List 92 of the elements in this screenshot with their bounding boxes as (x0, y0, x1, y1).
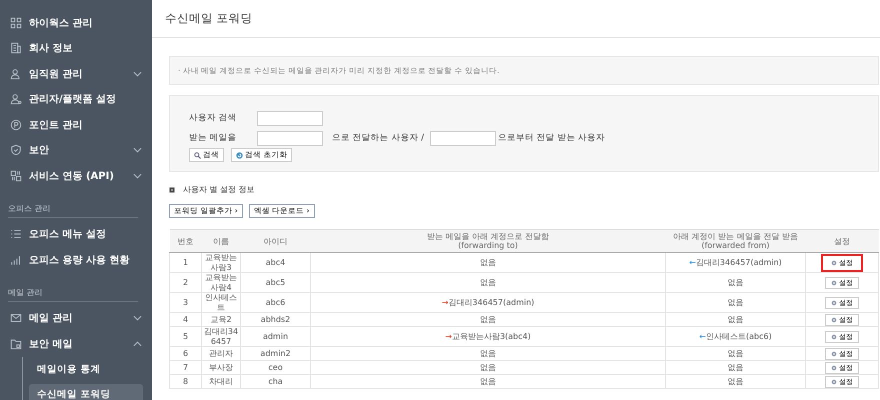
table-cell: 없음 (310, 272, 666, 292)
field-label: 사용자 검색 (189, 112, 238, 124)
table-cell: ←김대리346457(admin) (666, 252, 806, 272)
column-header: 번호 (170, 230, 202, 252)
sidebar-item[interactable]: 보안 (0, 138, 152, 163)
table-cell: 3 (170, 292, 202, 312)
table-cell: 인사테스트 (202, 292, 240, 312)
sidebar-section-title: 오피스 관리 (8, 202, 138, 218)
table-cell: 김대리346457 (202, 326, 240, 346)
sidebar-section-title: 메일 관리 (8, 286, 138, 302)
table-cell: 교육받는사람4 (202, 272, 240, 292)
table-cell: ←인사테스트(abc6) (666, 326, 806, 346)
bullet-icon (169, 186, 175, 192)
gear-icon (831, 334, 837, 340)
table-cell: 6 (170, 346, 202, 360)
table-cell: 관리자 (202, 346, 240, 360)
table-cell: 교육받는사람3 (202, 252, 240, 272)
sidebar-item[interactable]: 오피스 용량 사용 현황 (0, 247, 152, 272)
column-header: 설정 (806, 230, 878, 252)
shield-icon (10, 144, 22, 156)
table-cell: 없음 (666, 374, 806, 388)
sidebar-item[interactable]: 하이웍스 관리 (0, 10, 152, 36)
sidebar-subitem[interactable]: 수신메일 포워딩 (29, 384, 143, 400)
sidebar-item[interactable]: 오피스 메뉴 설정 (0, 222, 152, 247)
gear-icon (831, 316, 837, 322)
section-title: 사용자 별 설정 정보 (183, 184, 255, 195)
point-icon (10, 118, 22, 131)
table-cell: 없음 (310, 252, 666, 272)
sidebar-item[interactable]: 서비스 연동 (API) (0, 163, 152, 188)
table-cell: 없음 (310, 346, 666, 360)
table-cell: 교육2 (202, 312, 240, 326)
folder-icon (10, 338, 22, 350)
table-cell: 없음 (310, 374, 666, 388)
chart-icon (10, 254, 22, 266)
table-cell: →김대리346457(admin) (310, 292, 666, 312)
user-search-field[interactable] (257, 110, 323, 126)
column-header: 이름 (202, 230, 240, 252)
table-cell: admin (240, 326, 310, 346)
column-header: 아이디 (240, 230, 310, 252)
person-icon (10, 68, 22, 80)
table-cell: 2 (170, 272, 202, 292)
sidebar-item[interactable]: 메일 관리 (0, 306, 152, 331)
field-label: 받는 메일을 (189, 132, 238, 144)
field-label: 으로부터 전달 받는 사용자 (498, 132, 606, 144)
table-cell: 없음 (666, 312, 806, 326)
table-cell: →교육받는사람3(abc4) (310, 326, 666, 346)
sidebar-subitem[interactable]: 메일이용 통계 (29, 358, 143, 380)
forward-to-field[interactable] (257, 130, 323, 146)
table-cell: 없음 (666, 272, 806, 292)
table-cell: 5 (170, 326, 202, 346)
gear-icon (831, 378, 837, 384)
gear-icon (831, 364, 837, 370)
api-icon (10, 170, 22, 182)
table-cell: admin2 (240, 346, 310, 360)
table-cell: abc6 (240, 292, 310, 312)
mail-icon (10, 312, 22, 324)
sidebar-item[interactable]: 보안 메일 (0, 331, 152, 356)
table-cell: cha (240, 374, 310, 388)
field-label: 으로 전달하는 사용자 / (332, 132, 424, 144)
table-cell: abc4 (240, 252, 310, 272)
table-cell: 없음 (666, 346, 806, 360)
gear-icon (831, 350, 837, 356)
column-header: 아래 계정이 받는 메일을 전달 받음 (forwarded from) (666, 230, 806, 252)
table-cell: abc5 (240, 272, 310, 292)
table-cell: abhds2 (240, 312, 310, 326)
grid-icon (10, 16, 22, 29)
column-header: 받는 메일을 아래 계정으로 전달함 (forwarding to) (310, 230, 666, 252)
forward-from-field[interactable] (430, 130, 496, 146)
building-icon (10, 42, 22, 54)
table-cell: 8 (170, 374, 202, 388)
refresh-icon (236, 152, 243, 158)
table-cell: 4 (170, 312, 202, 326)
table-cell: 차대리 (202, 374, 240, 388)
gear-icon (831, 300, 837, 306)
table-cell: 1 (170, 252, 202, 272)
gear-icon (831, 280, 837, 286)
table-cell: 7 (170, 360, 202, 374)
page-title: 수신메일 포워딩 (152, 0, 880, 38)
table-cell: 부사장 (202, 360, 240, 374)
search-icon (194, 152, 201, 158)
sidebar-item[interactable]: 회사 정보 (0, 36, 152, 61)
table-cell: 없음 (310, 312, 666, 326)
gear-icon (831, 260, 837, 266)
sidebar-item[interactable]: 임직원 관리 (0, 61, 152, 86)
table-cell: 없음 (666, 292, 806, 312)
sidebar-item[interactable]: 포인트 관리 (0, 112, 152, 138)
list-icon (10, 228, 22, 240)
sidebar-item[interactable]: 관리자/플랫폼 설정 (0, 86, 152, 112)
table-cell: 없음 (666, 360, 806, 374)
admin-icon (10, 93, 22, 106)
table-cell: 없음 (310, 360, 666, 374)
table-cell: ceo (240, 360, 310, 374)
